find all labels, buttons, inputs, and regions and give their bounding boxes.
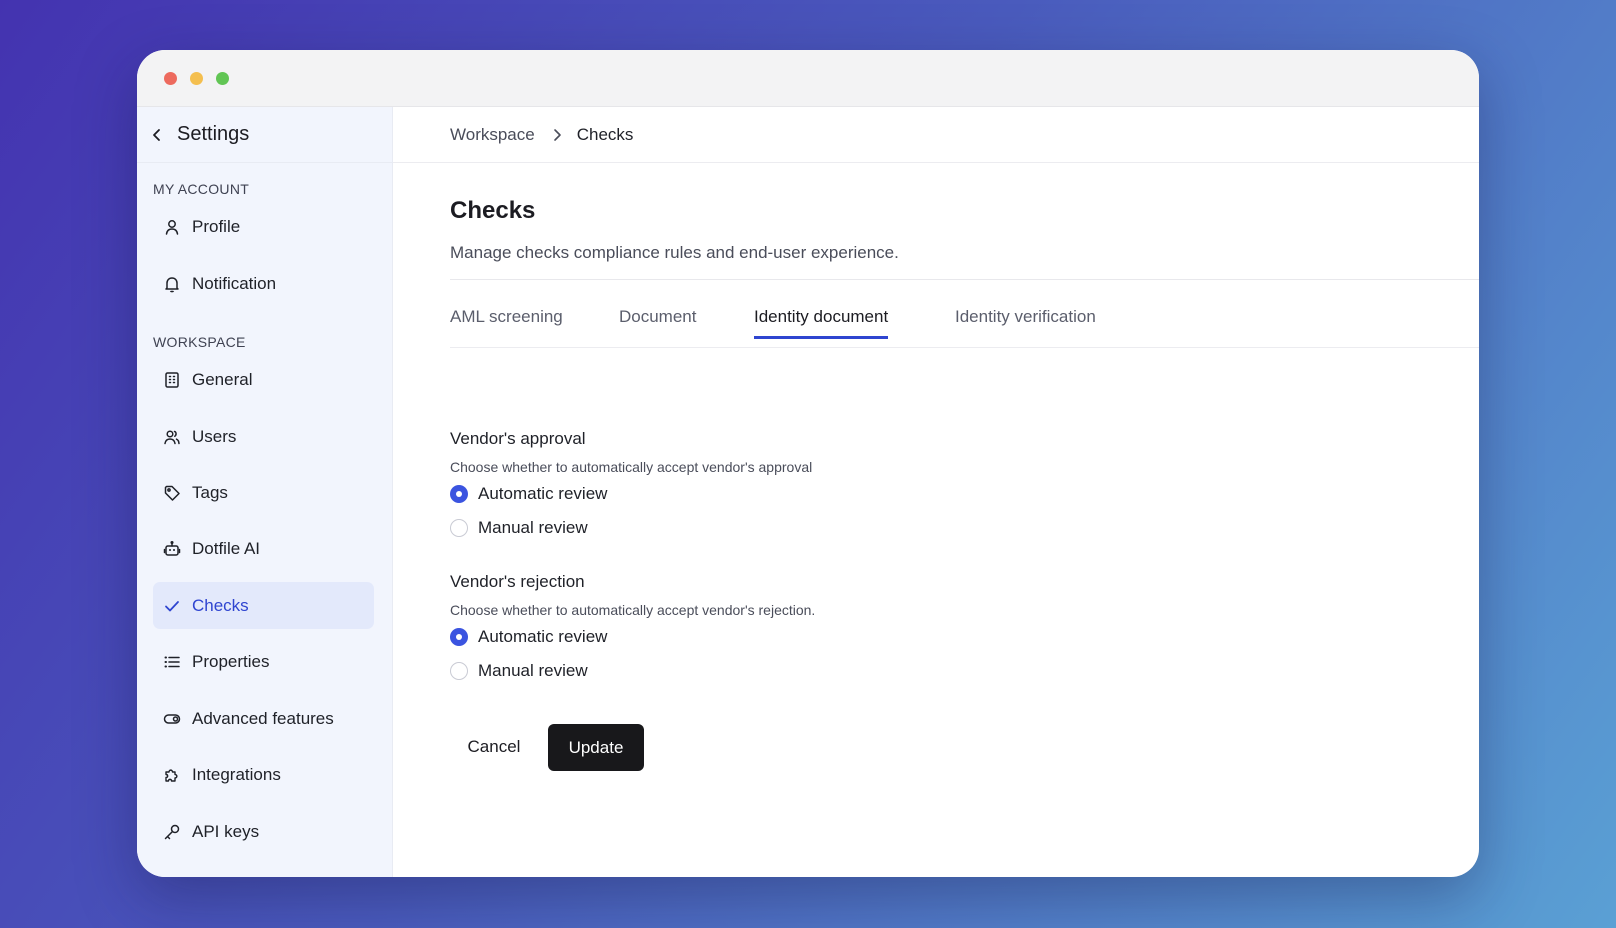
user-icon (165, 219, 179, 235)
vendor-approval-title: Vendor's approval (450, 429, 586, 448)
sidebar-item-label: API keys (192, 821, 260, 841)
radio-unselected-indicator (450, 662, 468, 680)
sidebar-item-label: Integrations (192, 764, 281, 784)
update-button[interactable]: Update (548, 724, 644, 771)
sidebar-item-integrations[interactable]: Integrations (153, 751, 374, 798)
tag-icon (164, 485, 180, 501)
approval-manual-review-radio[interactable]: Manual review (450, 518, 588, 538)
breadcrumb-workspace[interactable]: Workspace (450, 125, 535, 145)
maximize-window-button[interactable] (216, 72, 229, 85)
vendor-rejection-title: Vendor's rejection (450, 572, 585, 591)
sidebar-item-tags[interactable]: Tags (153, 469, 374, 516)
sidebar-item-checks[interactable]: Checks (153, 582, 374, 629)
key-icon (164, 824, 180, 839)
rejection-manual-review-radio[interactable]: Manual review (450, 661, 588, 681)
window-titlebar (137, 50, 1479, 107)
vendor-rejection-description: Choose whether to automatically accept v… (450, 602, 816, 618)
building-icon (165, 371, 179, 388)
sidebar-item-advanced-features[interactable]: Advanced features (153, 695, 374, 742)
radio-label: Manual review (478, 661, 588, 680)
tab-identity-document[interactable]: Identity document (754, 307, 889, 339)
list-icon (164, 656, 180, 667)
sidebar-item-users[interactable]: Users (153, 413, 374, 460)
vendor-approval-description: Choose whether to automatically accept v… (450, 459, 813, 475)
radio-label: Manual review (478, 518, 588, 537)
chevron-right-icon (553, 128, 561, 141)
check-icon (165, 600, 179, 611)
tab-bar: AML screening Document Identity document… (450, 307, 1479, 348)
sidebar-item-properties[interactable]: Properties (153, 638, 374, 685)
sidebar-back-link[interactable]: Settings (137, 107, 392, 163)
toggle-icon (163, 713, 181, 724)
section-label-my-account: MY ACCOUNT (153, 181, 250, 197)
breadcrumb: Workspace Checks (393, 107, 1479, 163)
page-title: Checks (450, 197, 536, 224)
approval-automatic-review-radio[interactable]: Automatic review (450, 484, 607, 504)
bell-icon (165, 276, 179, 292)
sidebar-item-dotfile-ai[interactable]: Dotfile AI (153, 525, 374, 572)
sidebar-item-label: Advanced features (192, 708, 334, 728)
sidebar-item-label: Dotfile AI (192, 538, 261, 558)
section-label-workspace: WORKSPACE (153, 334, 246, 350)
sidebar-item-label: Profile (192, 216, 241, 236)
sidebar-item-general[interactable]: General (153, 356, 374, 403)
users-icon (164, 429, 180, 444)
sidebar-item-label: Tags (192, 482, 228, 502)
sidebar-item-label: Users (192, 426, 237, 446)
sidebar-title: Settings (177, 123, 250, 145)
radio-label: Automatic review (478, 484, 608, 503)
page-subtitle: Manage checks compliance rules and end-u… (450, 243, 899, 262)
radio-selected-indicator (450, 628, 468, 646)
radio-selected-indicator (450, 485, 468, 503)
sidebar-item-label: General (192, 369, 253, 389)
sidebar-item-api-keys[interactable]: API keys (153, 808, 374, 855)
sidebar-item-profile[interactable]: Profile (153, 203, 374, 250)
radio-unselected-indicator (450, 519, 468, 537)
tab-aml-screening[interactable]: AML screening (450, 307, 563, 339)
tab-identity-verification[interactable]: Identity verification (955, 307, 1096, 339)
cancel-button[interactable]: Cancel (450, 724, 538, 770)
chevron-left-icon (153, 128, 160, 141)
puzzle-icon (165, 768, 178, 782)
sidebar-item-label: Checks (192, 595, 249, 615)
breadcrumb-current: Checks (576, 124, 634, 144)
minimize-window-button[interactable] (190, 72, 203, 85)
settings-main: Workspace Checks Checks Manage checks co… (393, 107, 1479, 877)
sidebar-item-label: Notification (192, 273, 277, 293)
close-window-button[interactable] (164, 72, 177, 85)
radio-label: Automatic review (478, 627, 608, 646)
divider (450, 279, 1479, 280)
app-window: Settings MY ACCOUNT Profile Notification… (137, 50, 1479, 877)
tab-document[interactable]: Document (619, 307, 696, 339)
robot-icon (163, 540, 181, 556)
rejection-automatic-review-radio[interactable]: Automatic review (450, 627, 607, 647)
sidebar-item-notification[interactable]: Notification (153, 260, 374, 307)
settings-sidebar: Settings MY ACCOUNT Profile Notification… (137, 107, 393, 877)
sidebar-item-label: Properties (192, 651, 270, 671)
